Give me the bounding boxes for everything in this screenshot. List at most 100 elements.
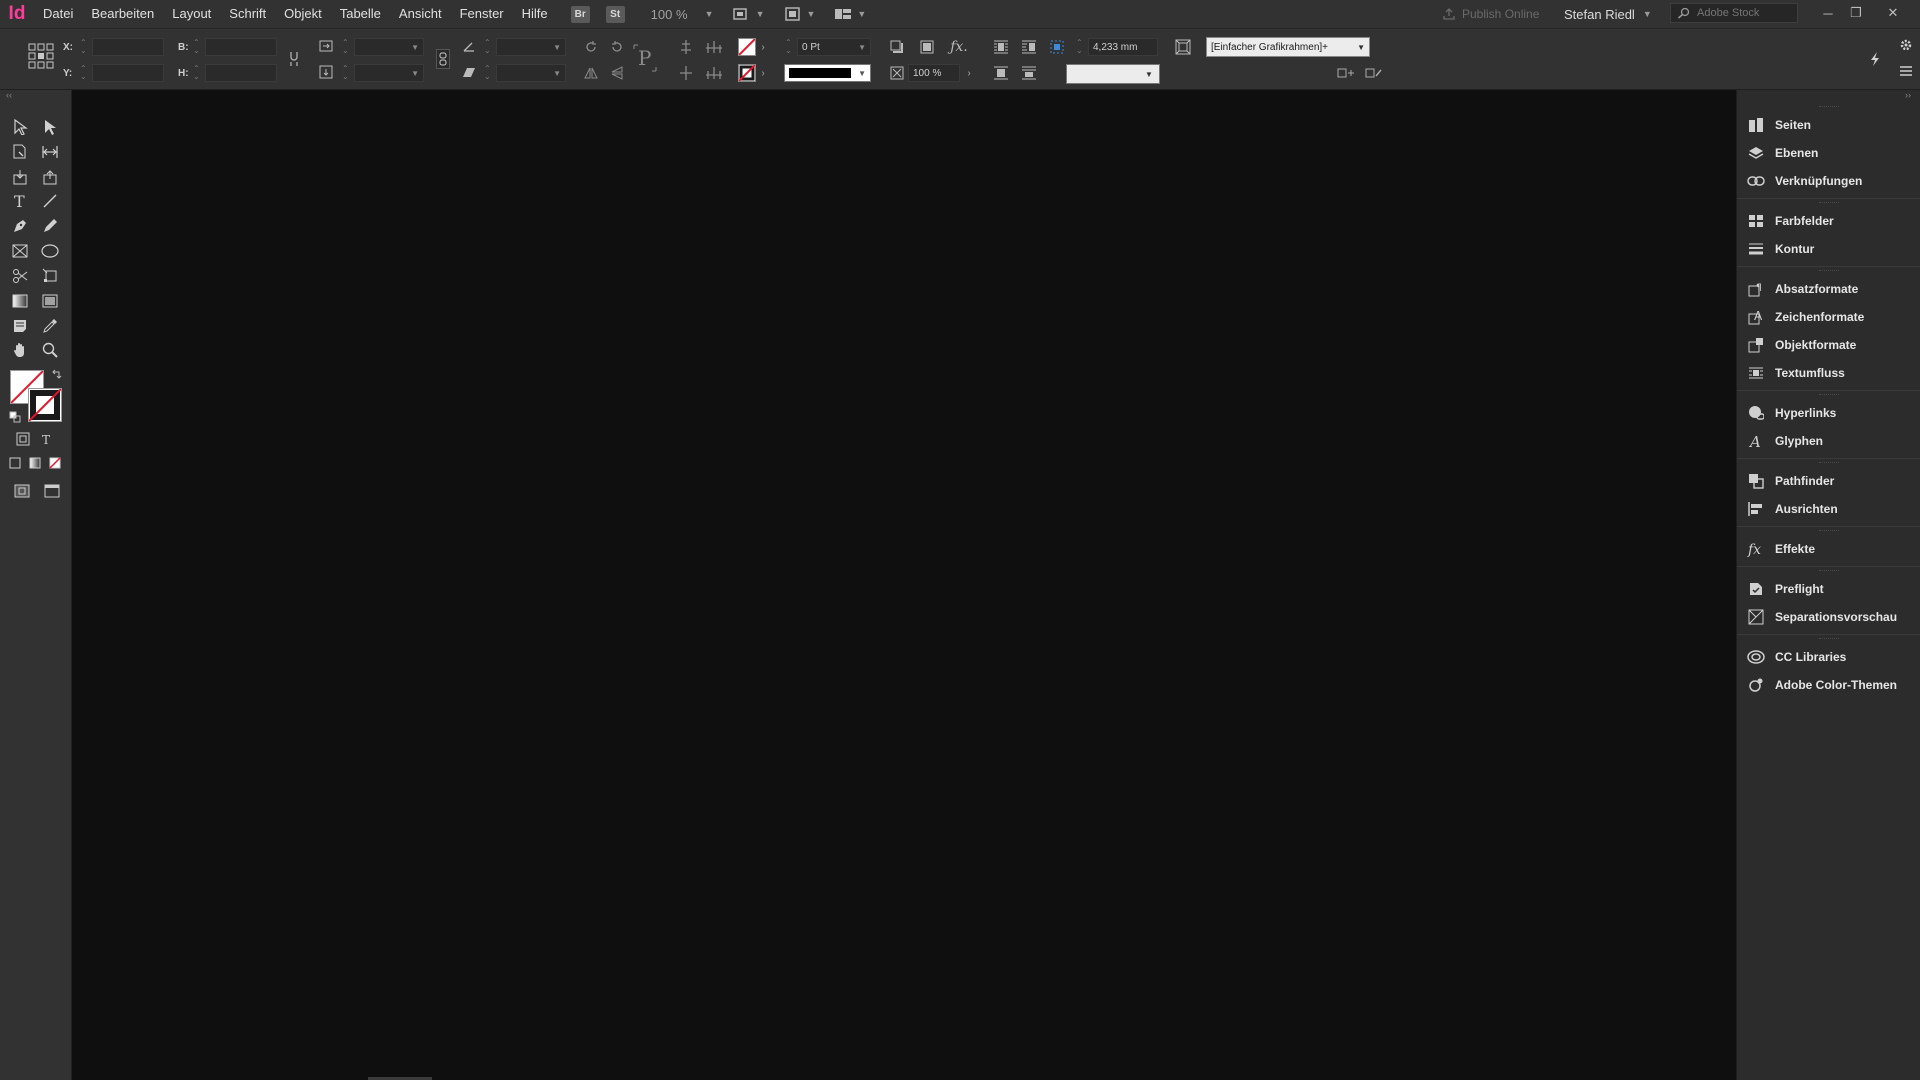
content-placer-tool-icon[interactable] bbox=[38, 166, 62, 188]
collapse-toolbar-icon[interactable]: ‹‹ bbox=[6, 90, 12, 100]
panel-effekte[interactable]: fx Effekte bbox=[1747, 538, 1917, 560]
apply-color-icon[interactable] bbox=[6, 454, 24, 472]
hand-tool-icon[interactable] bbox=[8, 339, 32, 361]
rotate-clockwise-icon[interactable] bbox=[582, 38, 600, 56]
shear-stepper-icon[interactable]: ⌃ ⌄ bbox=[484, 65, 491, 81]
stroke-type-dropdown[interactable]: ▼ bbox=[784, 64, 871, 82]
shear-field[interactable]: ▼ bbox=[496, 64, 566, 82]
scale-x-stepper-icon[interactable]: ⌃ ⌄ bbox=[342, 39, 349, 55]
wrap-around-shape-icon[interactable] bbox=[1020, 38, 1038, 56]
panel-ausrichten[interactable]: Ausrichten bbox=[1747, 498, 1917, 520]
quick-apply-icon[interactable] bbox=[1866, 49, 1884, 69]
menu-ansicht[interactable]: Ansicht bbox=[390, 0, 451, 28]
menu-objekt[interactable]: Objekt bbox=[275, 0, 331, 28]
panel-zeichenformate[interactable]: A Zeichenformate bbox=[1747, 306, 1917, 328]
stroke-weight-field[interactable]: 0 Pt ▼ bbox=[797, 38, 871, 56]
x-position-field[interactable] bbox=[92, 38, 164, 56]
menu-datei[interactable]: Datei bbox=[34, 0, 82, 28]
stock-search-box[interactable] bbox=[1670, 3, 1798, 23]
panel-glyphen[interactable]: A Glyphen bbox=[1747, 430, 1917, 452]
stock-button[interactable]: St bbox=[605, 5, 625, 23]
close-button[interactable]: ✕ bbox=[1878, 0, 1908, 26]
object-style-dropdown[interactable]: [Einfacher Grafikrahmen]+ ▼ bbox=[1206, 37, 1370, 57]
select-next-object-icon[interactable] bbox=[704, 63, 724, 83]
panel-group-grip[interactable] bbox=[1819, 270, 1839, 272]
stroke-proxy-none[interactable] bbox=[28, 388, 62, 422]
color-field-dropdown-icon[interactable]: ▼ bbox=[1144, 67, 1154, 81]
effects-fx-icon[interactable]: ƒx. bbox=[948, 38, 970, 56]
select-container-icon[interactable] bbox=[676, 37, 696, 57]
frame-fitting-icon[interactable] bbox=[918, 38, 936, 56]
y-position-field[interactable] bbox=[92, 64, 164, 82]
select-content-icon[interactable] bbox=[704, 37, 724, 57]
rotate-counterclockwise-icon[interactable] bbox=[608, 38, 626, 56]
rectangle-frame-tool-icon[interactable] bbox=[8, 240, 32, 262]
panel-objektformate[interactable]: Objektformate bbox=[1747, 334, 1917, 356]
menu-hilfe[interactable]: Hilfe bbox=[513, 0, 557, 28]
gap-tool-icon[interactable] bbox=[38, 141, 62, 163]
free-transform-tool-icon[interactable] bbox=[38, 265, 62, 287]
user-menu[interactable]: Stefan Riedl ▼ bbox=[1564, 0, 1652, 28]
pen-tool-icon[interactable] bbox=[8, 215, 32, 237]
width-stepper-icon[interactable]: ⌃ ⌄ bbox=[193, 39, 200, 55]
scissors-tool-icon[interactable] bbox=[8, 265, 32, 287]
offset-stepper-icon[interactable]: ⌃ ⌄ bbox=[1076, 39, 1083, 55]
panel-hyperlinks[interactable]: Hyperlinks bbox=[1747, 402, 1917, 424]
constrain-scale-icon[interactable] bbox=[436, 49, 450, 69]
width-field[interactable] bbox=[205, 38, 277, 56]
panel-verknuepfungen[interactable]: Verknüpfungen bbox=[1747, 170, 1917, 192]
publish-online-button[interactable]: Publish Online bbox=[1442, 5, 1539, 23]
menu-fenster[interactable]: Fenster bbox=[451, 0, 513, 28]
arrange-documents-dropdown-icon[interactable]: ▼ bbox=[857, 9, 866, 19]
flip-horizontal-icon[interactable] bbox=[582, 64, 600, 82]
menu-bearbeiten[interactable]: Bearbeiten bbox=[82, 0, 163, 28]
document-canvas[interactable] bbox=[73, 91, 1735, 1080]
stock-search-input[interactable] bbox=[1697, 7, 1787, 19]
menu-tabelle[interactable]: Tabelle bbox=[331, 0, 390, 28]
zoom-level-field[interactable]: 100 % bbox=[651, 7, 701, 22]
control-bar-settings-icon[interactable] bbox=[1898, 37, 1914, 53]
panel-adobe-color-themen[interactable]: Adobe Color-Themen bbox=[1747, 674, 1917, 696]
panel-preflight[interactable]: Preflight bbox=[1747, 578, 1917, 600]
panel-group-grip[interactable] bbox=[1819, 570, 1839, 572]
normal-view-mode-icon[interactable] bbox=[10, 480, 34, 502]
y-stepper-icon[interactable]: ⌃ ⌄ bbox=[80, 65, 87, 81]
menu-layout[interactable]: Layout bbox=[163, 0, 220, 28]
default-fill-stroke-icon[interactable] bbox=[8, 410, 22, 424]
type-tool-icon[interactable]: T bbox=[8, 190, 32, 212]
wrap-around-bounding-box-icon[interactable] bbox=[992, 38, 1010, 56]
screen-mode-dropdown-icon[interactable]: ▼ bbox=[807, 9, 816, 19]
flip-vertical-icon[interactable] bbox=[608, 64, 626, 82]
x-stepper-icon[interactable]: ⌃ ⌄ bbox=[80, 39, 87, 55]
height-field[interactable] bbox=[205, 64, 277, 82]
fitting-options-icon[interactable] bbox=[1174, 38, 1192, 56]
content-collector-tool-icon[interactable] bbox=[8, 166, 32, 188]
reference-point-icon[interactable] bbox=[28, 43, 54, 69]
control-bar-menu-icon[interactable] bbox=[1898, 63, 1914, 79]
line-tool-icon[interactable] bbox=[38, 190, 62, 212]
panel-cc-libraries[interactable]: CC Libraries bbox=[1747, 646, 1917, 668]
panel-separationsvorschau[interactable]: Separationsvorschau bbox=[1747, 606, 1917, 628]
panel-pathfinder[interactable]: Pathfinder bbox=[1747, 470, 1917, 492]
height-stepper-icon[interactable]: ⌃ ⌄ bbox=[193, 65, 200, 81]
scale-y-stepper-icon[interactable]: ⌃ ⌄ bbox=[342, 65, 349, 81]
panel-farbfelder[interactable]: Farbfelder bbox=[1747, 210, 1917, 232]
panel-absatzformate[interactable]: ¶ Absatzformate bbox=[1747, 278, 1917, 300]
stroke-flyout-icon[interactable]: › bbox=[758, 67, 768, 79]
pencil-tool-icon[interactable] bbox=[38, 215, 62, 237]
fill-flyout-icon[interactable]: › bbox=[758, 41, 768, 53]
select-previous-object-icon[interactable] bbox=[676, 63, 696, 83]
opacity-field[interactable]: 100 % bbox=[908, 64, 960, 82]
screen-mode-icon[interactable] bbox=[783, 6, 803, 22]
panel-group-grip[interactable] bbox=[1819, 530, 1839, 532]
drop-shadow-icon[interactable] bbox=[888, 38, 906, 56]
constrain-proportions-icon[interactable] bbox=[286, 49, 302, 69]
panel-textumfluss[interactable]: Textumfluss bbox=[1747, 362, 1917, 384]
panel-kontur[interactable]: Kontur bbox=[1747, 238, 1917, 260]
panel-group-grip[interactable] bbox=[1819, 202, 1839, 204]
panel-seiten[interactable]: Seiten bbox=[1747, 114, 1917, 136]
direct-selection-tool-icon[interactable] bbox=[38, 116, 62, 138]
view-options-icon[interactable] bbox=[732, 6, 752, 22]
gradient-feather-tool-icon[interactable] bbox=[38, 290, 62, 312]
note-tool-icon[interactable] bbox=[8, 315, 32, 337]
